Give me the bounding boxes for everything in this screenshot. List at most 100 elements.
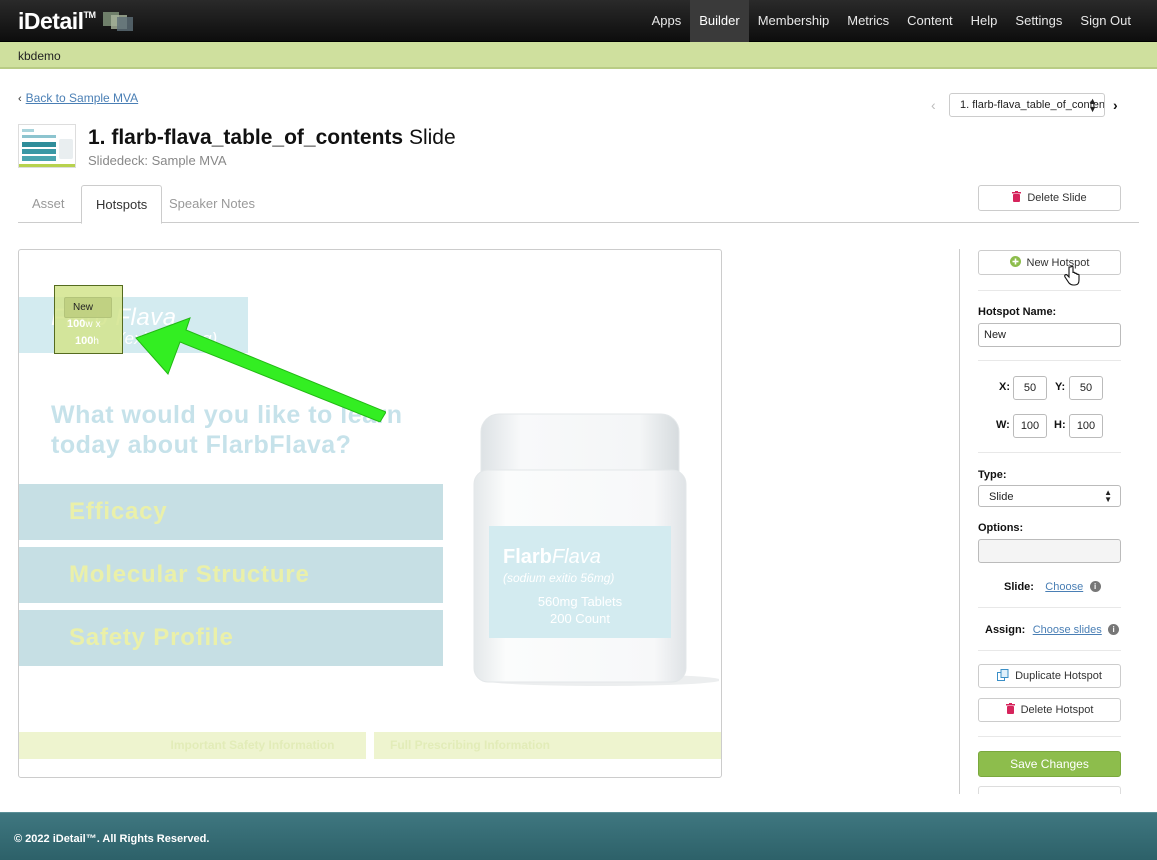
account-bar: kbdemo [0,42,1157,69]
duplicate-hotspot-label: Duplicate Hotspot [1015,670,1102,682]
panel-divider [959,249,960,794]
info-icon[interactable]: i [1108,624,1120,636]
bottle-brand: FlarbFlava [503,546,601,569]
account-name: kbdemo [18,49,61,63]
tab-hotspots[interactable]: Hotspots [81,185,163,224]
save-changes-button[interactable]: Save Changes [978,751,1121,777]
back-link[interactable]: ‹ Back to Sample MVA [18,91,138,105]
hotspot-height-value: 100 [75,335,94,347]
info-icon[interactable]: i [1089,581,1101,593]
slide-select-value: 1. flarb-flava_table_of_contents [960,99,1105,111]
trash-icon [1005,703,1015,717]
type-select[interactable]: Slide ▲ ▼ [978,485,1121,507]
nav-settings[interactable]: Settings [1006,0,1071,42]
w-label: W: [996,419,1010,431]
bottle-brand-bold: Flarb [503,546,552,568]
duplicate-hotspot-button[interactable]: Duplicate Hotspot [978,664,1121,688]
select-arrows-icon: ▲ ▼ [1088,96,1097,114]
tab-asset[interactable]: Asset [18,185,79,223]
next-slide-icon[interactable]: › [1113,97,1118,113]
bottle-line2: 200 Count [550,611,610,626]
hotspot-name-input[interactable]: New [978,323,1121,347]
top-nav-bar: iDetailTM Apps Builder Membership Metric… [0,0,1157,42]
slide-choose-row: Slide: Choose i [1004,579,1101,593]
delete-slide-label: Delete Slide [1027,192,1087,204]
y-input[interactable]: 50 [1069,376,1103,400]
nav-sign-out[interactable]: Sign Out [1071,0,1140,42]
logo-text: iDetail [18,8,84,34]
nav-help[interactable]: Help [962,0,1007,42]
hotspot-width-readout: 100w x [67,318,101,330]
new-hotspot-label: New Hotspot [1026,256,1090,269]
menu-label: Efficacy [69,498,168,525]
hotspot-times: x [95,319,101,330]
annotation-arrow-icon [135,317,386,422]
menu-label: Molecular Structure [69,561,310,588]
nav-membership[interactable]: Membership [749,0,839,42]
nav-apps[interactable]: Apps [643,0,691,42]
plus-circle-icon [1009,255,1021,270]
hotspot-height-readout: 100h [75,335,99,347]
copy-icon [997,668,1009,684]
w-input[interactable]: 100 [1013,414,1047,438]
slidedeck-subtitle: Slidedeck: Sample MVA [88,153,227,168]
y-label: Y: [1055,381,1066,393]
x-input[interactable]: 50 [1013,376,1047,400]
hotspot-width-unit: w [85,319,93,330]
menu-efficacy: Efficacy [19,484,443,540]
slide-tabs: Asset Hotspots Speaker Notes [18,185,1139,224]
hotspot-name-tag: New [64,297,112,318]
menu-label: Safety Profile [69,624,234,651]
hotspot-height-unit: h [93,336,99,347]
nav-metrics[interactable]: Metrics [838,0,898,42]
logo-mark-icon [103,12,133,32]
nav-content[interactable]: Content [898,0,962,42]
prev-slide-icon[interactable]: ‹ [931,97,936,113]
slide-label: Slide: [1004,581,1034,593]
x-label: X: [999,381,1010,393]
assign-label: Assign: [985,624,1026,636]
type-select-value: Slide [989,491,1014,503]
slide-thumbnail [18,124,76,168]
back-link-label: Back to Sample MVA [25,91,139,105]
page-footer: © 2022 iDetail™. All Rights Reserved. [0,812,1157,860]
h-label: H: [1054,419,1066,431]
page-title: 1. flarb-flava_table_of_contents Slide [88,126,456,150]
hotspot-width-value: 100 [67,318,86,330]
bottle-label: FlarbFlava (sodium exitio 56mg) 560mg Ta… [489,526,671,638]
slide-title-suffix: Slide [408,126,456,149]
options-input[interactable] [978,539,1121,563]
h-input[interactable]: 100 [1069,414,1103,438]
slide-select[interactable]: 1. flarb-flava_table_of_contents ▲ ▼ [949,93,1105,117]
trash-icon [1012,191,1022,205]
delete-hotspot-button[interactable]: Delete Hotspot [978,698,1121,722]
slide-choose-link[interactable]: Choose [1045,581,1083,593]
logo[interactable]: iDetailTM [18,8,96,35]
bottle-brand-light: Flava [551,546,601,568]
link-important-safety-info: Important Safety Information [19,732,366,759]
bottle-sub: (sodium exitio 56mg) [503,571,615,585]
delete-hotspot-label: Delete Hotspot [1020,704,1094,716]
logo-tm: TM [83,10,97,20]
hotspot-box[interactable]: New 100w x 100h [54,285,123,354]
delete-slide-button[interactable]: Delete Slide [978,185,1121,211]
slide-title: 1. flarb-flava_table_of_contents [88,126,404,149]
menu-molecular-structure: Molecular Structure [19,547,443,603]
panel-next-button-edge [978,786,1121,794]
link-full-prescribing-info: Full Prescribing Information [374,732,721,759]
assign-choose-slides-link[interactable]: Choose slides [1033,624,1102,636]
hotspot-name-label: Hotspot Name: [978,306,1057,318]
main-nav: Apps Builder Membership Metrics Content … [643,0,1140,42]
menu-safety-profile: Safety Profile [19,610,443,666]
tab-speaker-notes[interactable]: Speaker Notes [155,185,269,223]
new-hotspot-button[interactable]: New Hotspot [978,250,1121,275]
type-label: Type: [978,469,1007,481]
hand-cursor-icon [1064,265,1080,289]
nav-builder[interactable]: Builder [690,0,749,42]
copyright: © 2022 iDetail™. All Rights Reserved. [14,833,210,845]
select-arrows-icon: ▲ ▼ [1104,488,1112,504]
bottle-line1: 560mg Tablets [537,594,623,609]
options-label: Options: [978,522,1024,534]
chevron-left-icon: ‹ [18,93,22,105]
assign-row: Assign: Choose slides i [985,622,1120,636]
